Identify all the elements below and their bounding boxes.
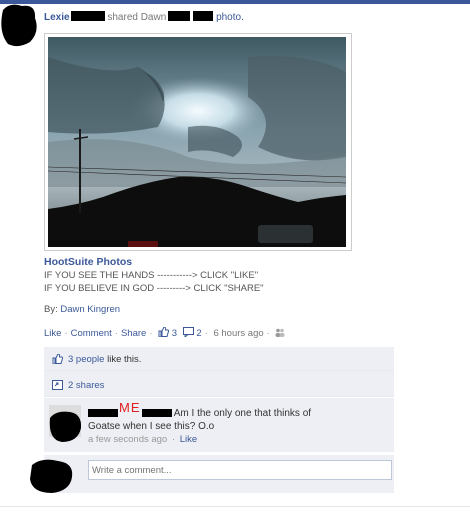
comment-text-line-2: Goatse when I see this? O.o (88, 421, 215, 432)
redacted-name (193, 11, 214, 21)
redacted-name (88, 409, 118, 417)
attachment-source[interactable]: HootSuite Photos (44, 256, 264, 268)
comment-bubble-icon[interactable] (180, 327, 194, 339)
comment-composer (30, 455, 394, 493)
attachment-info: HootSuite Photos IF YOU SEE THE HANDS --… (44, 256, 264, 294)
photo-link[interactable]: photo. (216, 12, 244, 23)
comment-text-line-1: Am I the only one that thinks of (173, 408, 312, 419)
like-action[interactable]: Like (44, 328, 61, 339)
thumbs-up-icon (52, 353, 64, 365)
by-label: By: (44, 304, 58, 315)
shared-photo[interactable] (48, 37, 346, 247)
comment-time[interactable]: a few seconds ago (88, 434, 167, 445)
top-border (0, 0, 470, 4)
comment-meta: a few seconds ago · Like (88, 434, 198, 445)
actor-name[interactable]: Lexie (44, 12, 70, 23)
story-header: Lexie shared Dawn photo. (44, 11, 244, 23)
redacted-name (141, 409, 172, 417)
likes-suffix: like this. (107, 354, 142, 365)
share-action[interactable]: Share (121, 328, 146, 339)
comment-input[interactable] (88, 460, 392, 480)
shared-photo-frame[interactable] (44, 33, 352, 251)
shares-link[interactable]: 2 shares (68, 380, 104, 391)
attribution: By: Dawn Kingren (44, 304, 120, 315)
like-count[interactable]: 3 (172, 328, 177, 339)
comment-action[interactable]: Comment (71, 328, 112, 339)
comment-count[interactable]: 2 (196, 328, 201, 339)
thumbs-up-icon[interactable] (158, 326, 170, 339)
author-link[interactable]: Dawn Kingren (60, 304, 120, 315)
shares-row: 2 shares (44, 371, 394, 397)
redacted-name (70, 11, 105, 21)
divider (0, 506, 470, 507)
likes-row: 3 people like this. (44, 347, 394, 371)
comment-body: ME Am I the only one that thinks of Goat… (88, 401, 388, 433)
comment-like-link[interactable]: Like (180, 434, 197, 445)
redacted-name (168, 11, 191, 21)
likers-link[interactable]: 3 people (68, 354, 104, 365)
comment-item: ME Am I the only one that thinks of Goat… (44, 398, 394, 452)
caption-line-1: IF YOU SEE THE HANDS -----------> CLICK … (44, 270, 259, 281)
caption-line-2: IF YOU BELIEVE IN GOD ---------> CLICK "… (44, 283, 264, 294)
story-verb: shared Dawn (107, 12, 167, 23)
timestamp[interactable]: 6 hours ago (213, 328, 263, 339)
story-actions: Like · Comment · Share · 3 2 · 6 hours ago · (44, 326, 285, 339)
friends-audience-icon[interactable] (275, 328, 285, 339)
share-icon (52, 380, 63, 390)
me-annotation: ME (119, 400, 141, 415)
